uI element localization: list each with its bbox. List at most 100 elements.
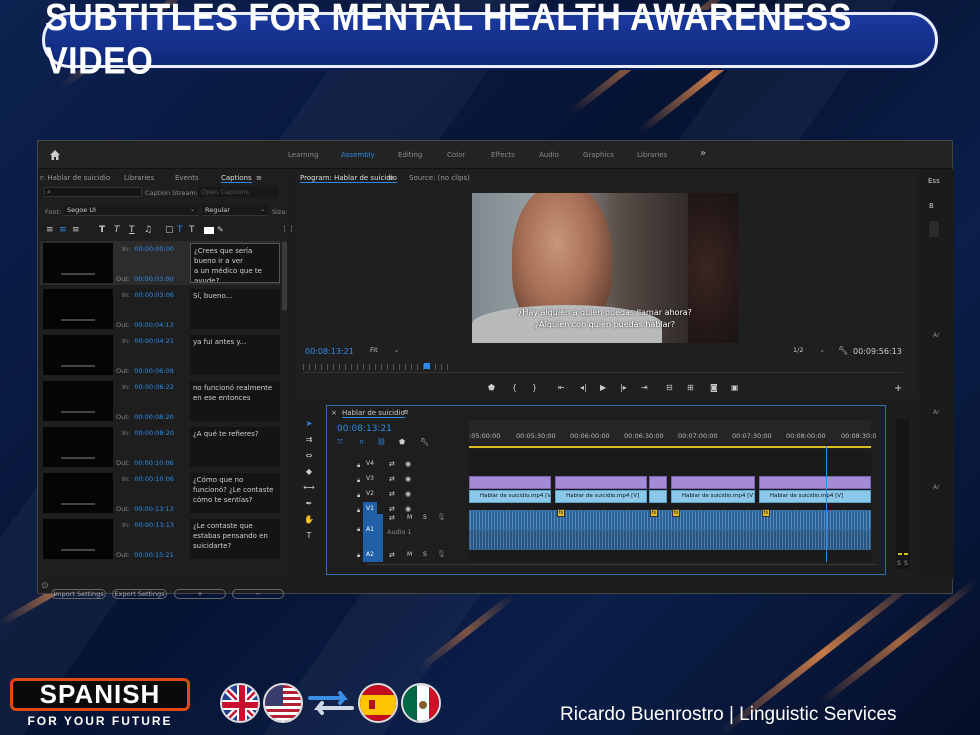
tab-events[interactable]: Events (175, 174, 199, 182)
caption-text[interactable]: ¿Crees que sería bueno ir a ver a un méd… (190, 243, 280, 283)
mute-button[interactable]: M (407, 514, 412, 521)
caption-text[interactable]: ya fui antes y... (190, 335, 280, 375)
home-icon[interactable] (49, 149, 61, 161)
panel-menu-icon[interactable]: ≡ (403, 408, 409, 416)
track-area[interactable]: Hablar de suicidio.mp4 [V] Hablar de sui… (469, 446, 871, 562)
caption-clip[interactable] (555, 476, 647, 489)
status-icon[interactable]: ⊙ (41, 581, 49, 591)
caption-in[interactable]: 00:00:06:22 (134, 383, 174, 391)
lock-icon[interactable]: 🔒︎ (357, 492, 360, 500)
timeline-playhead[interactable] (826, 446, 827, 562)
sync-lock-icon[interactable]: ⇄ (389, 490, 395, 498)
pen-icon[interactable]: ✒ (303, 499, 315, 509)
caption-in[interactable]: 00:00:08:20 (134, 429, 174, 437)
underline-icon[interactable]: T (129, 225, 135, 235)
caption-clip[interactable] (469, 476, 551, 489)
eye-icon[interactable]: ◉ (405, 490, 411, 498)
italic-icon[interactable]: T (114, 225, 120, 235)
caption-in[interactable]: 00:00:13:13 (134, 521, 174, 529)
fx-badge-icon[interactable]: fx (650, 509, 658, 517)
razor-icon[interactable]: ◆ (303, 467, 315, 477)
sync-lock-icon[interactable]: ⇄ (389, 514, 395, 522)
eyedropper-icon[interactable]: ✎ (217, 225, 224, 234)
panel-menu-icon[interactable]: ≡ (256, 174, 262, 182)
hand-icon[interactable]: ✋ (303, 515, 315, 525)
nest-icon[interactable]: ⤧ (337, 438, 343, 447)
slip-icon[interactable]: ⟷ (303, 483, 315, 493)
caption-out[interactable]: 00:00:04:13 (134, 321, 174, 329)
caption-out[interactable]: 00:00:13:13 (134, 505, 174, 513)
video-clip[interactable]: Hablar de suicidio.mp4 [V] (759, 490, 871, 503)
caption-row[interactable]: In: 00:00:08:20 Out: 00:00:10:06 ¿A qué … (40, 425, 280, 469)
track-v4[interactable]: V4 (363, 457, 377, 471)
align-left-icon[interactable]: ≡ (46, 225, 54, 235)
fx-badge-icon[interactable]: fx (557, 509, 565, 517)
align-right-icon[interactable]: ≡ (72, 225, 80, 235)
workspace-audio[interactable]: Audio (539, 151, 559, 159)
eye-icon[interactable]: ◉ (405, 460, 411, 468)
camera-icon[interactable]: ◙ (710, 383, 718, 392)
fit-select[interactable]: Fit ⌄ (370, 346, 406, 356)
add-caption-button[interactable]: + (174, 589, 226, 599)
color-swatch[interactable] (204, 227, 214, 234)
caption-text[interactable]: ¿Cómo que no funcionó? ¿Le contaste cómo… (190, 473, 280, 513)
time-ruler[interactable]: :05:00:00 00:05:30:00 00:06:00:00 00:06:… (469, 420, 877, 444)
lock-icon[interactable]: 🔒︎ (357, 552, 360, 560)
workspace-effects[interactable]: Effects (491, 151, 515, 159)
mark-in-icon[interactable]: { (512, 383, 517, 392)
type-tool-icon[interactable]: T (303, 531, 315, 541)
mark-out-icon[interactable]: } (532, 383, 537, 392)
caption-text[interactable]: Sí, bueno... (190, 289, 280, 329)
caption-text[interactable]: no funcionó realmente en ese entonces (190, 381, 280, 421)
timeline-scrollbar[interactable] (367, 564, 877, 570)
more-workspaces-icon[interactable]: » (700, 148, 706, 159)
caption-out[interactable]: 00:00:03:00 (134, 275, 174, 283)
caption-clip[interactable] (649, 476, 667, 489)
go-to-out-icon[interactable]: ⇥ (641, 383, 648, 392)
work-area-bar[interactable] (469, 446, 871, 448)
settings-wrench-icon[interactable]: 🔧︎ (420, 438, 429, 446)
workspace-libraries[interactable]: Libraries (637, 151, 667, 159)
caption-row[interactable]: In: 00:00:13:13 Out: 00:00:15:21 ¿Le con… (40, 517, 280, 561)
snap-icon[interactable]: ∩ (359, 438, 364, 446)
workspace-learning[interactable]: Learning (288, 151, 318, 159)
sync-lock-icon[interactable]: ⇄ (389, 505, 395, 513)
workspace-editing[interactable]: Editing (398, 151, 422, 159)
video-clip[interactable]: Hablar de suicidio.mp4 [V] (469, 490, 551, 503)
program-timecode[interactable]: 00:08:13:21 (305, 347, 354, 356)
add-button-icon[interactable]: + (894, 383, 902, 394)
caption-out[interactable]: 00:00:10:06 (134, 459, 174, 467)
export-settings-button[interactable]: Export Settings (112, 589, 167, 599)
caption-row[interactable]: In: 00:00:04:21 Out: 00:00:06:09 ya fui … (40, 333, 280, 377)
workspace-graphics[interactable]: Graphics (583, 151, 614, 159)
go-to-in-icon[interactable]: ⇤ (558, 383, 565, 392)
track-a2[interactable]: A2 (363, 548, 377, 562)
caption-text[interactable]: ¿Le contaste que estabas pensando en sui… (190, 519, 280, 559)
caption-in[interactable]: 00:00:04:21 (134, 337, 174, 345)
text-color-icon[interactable]: T (177, 225, 183, 235)
caption-row[interactable]: In: 00:00:03:06 Out: 00:00:04:13 Sí, bue… (40, 287, 280, 331)
caption-text[interactable]: ¿A qué te refieres? (190, 427, 280, 467)
monitor-scrub-bar[interactable] (303, 361, 903, 373)
caption-stream-field[interactable]: Open Captions (198, 187, 278, 197)
play-icon[interactable]: ▶ (600, 383, 606, 392)
compare-icon[interactable]: ▣ (731, 383, 739, 392)
eye-icon[interactable]: ◉ (405, 505, 411, 513)
audio-waveform[interactable] (469, 510, 871, 530)
marker-icon[interactable]: ⬟ (488, 383, 495, 392)
track-select-icon[interactable]: ⇉ (303, 435, 315, 445)
selection-tool-icon[interactable]: ➤ (303, 419, 315, 429)
panel-menu-icon[interactable]: ≡ (388, 174, 394, 182)
caption-search-input[interactable]: ⌕ (44, 187, 142, 197)
step-forward-icon[interactable]: |▸ (620, 383, 627, 392)
align-center-icon[interactable]: ≡ (59, 225, 67, 235)
video-clip[interactable] (649, 490, 667, 503)
track-v3[interactable]: V3 (363, 472, 377, 486)
workspace-color[interactable]: Color (447, 151, 465, 159)
caption-in[interactable]: 00:00:00:00 (134, 245, 174, 253)
caption-in[interactable]: 00:00:10:06 (134, 475, 174, 483)
lock-icon[interactable]: 🔒︎ (357, 477, 360, 485)
eye-icon[interactable]: ◉ (405, 475, 411, 483)
solo-button[interactable]: S (423, 551, 427, 558)
caption-list-scrollbar[interactable] (282, 241, 287, 311)
